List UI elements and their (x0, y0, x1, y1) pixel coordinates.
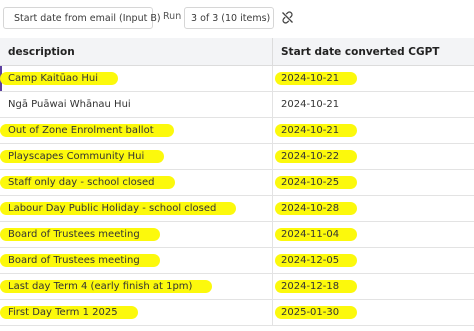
date-cell-text: 2024-10-21 (281, 99, 340, 110)
date-cell[interactable]: 2024-10-22 (272, 143, 474, 170)
table-row[interactable]: Playscapes Community Hui 2024-10-22 (0, 143, 474, 170)
description-cell[interactable]: Staff only day - school closed (0, 169, 273, 196)
date-cell[interactable]: 2024-10-28 (272, 195, 474, 222)
date-cell-text: 2025-01-30 (275, 306, 358, 319)
description-cell-text: Labour Day Public Holiday - school close… (0, 202, 237, 215)
description-cell-text: Board of Trustees meeting (0, 254, 160, 267)
description-cell[interactable]: Playscapes Community Hui (0, 143, 273, 170)
date-cell[interactable]: 2024-12-18 (272, 273, 474, 300)
table-row[interactable]: Staff only day - school closed 2024-10-25 (0, 169, 474, 196)
unlink-icon[interactable] (281, 11, 294, 24)
table-row[interactable]: Board of Trustees meeting 2024-12-05 (0, 247, 474, 274)
results-table-container: description Start date converted CGPT Ca… (0, 38, 474, 326)
run-selector[interactable]: 3 of 3 (10 items) (184, 7, 274, 29)
input-selector[interactable]: Start date from email (Input B) (3, 7, 161, 29)
column-header-start-date[interactable]: Start date converted CGPT (272, 38, 474, 66)
description-cell-text: First Day Term 1 2025 (0, 306, 138, 319)
description-cell-text: Out of Zone Enrolment ballot (0, 124, 174, 137)
description-cell-text: Playscapes Community Hui (0, 150, 165, 163)
results-table: description Start date converted CGPT Ca… (0, 38, 474, 326)
description-cell[interactable]: Out of Zone Enrolment ballot (0, 117, 273, 144)
date-cell-text: 2024-12-18 (275, 280, 358, 293)
column-header-description[interactable]: description (0, 38, 273, 66)
run-selector-value: 3 of 3 (10 items) (191, 12, 271, 24)
date-cell[interactable]: 2024-12-05 (272, 247, 474, 274)
date-cell-text: 2024-10-25 (275, 176, 358, 189)
date-cell[interactable]: 2024-10-25 (272, 169, 474, 196)
date-cell-text: 2024-10-21 (275, 124, 358, 137)
description-cell-text: Board of Trustees meeting (0, 228, 160, 241)
table-row[interactable]: Last day Term 4 (early finish at 1pm) 202… (0, 273, 474, 300)
description-cell[interactable]: Board of Trustees meeting (0, 247, 273, 274)
date-cell[interactable]: 2024-10-21 (272, 117, 474, 144)
run-label: Run (163, 11, 182, 22)
table-row[interactable]: First Day Term 1 2025 2025-01-30 (0, 299, 474, 326)
date-cell-text: 2024-10-28 (275, 202, 358, 215)
description-cell[interactable]: Last day Term 4 (early finish at 1pm) (0, 273, 273, 300)
date-cell-text: 2024-11-04 (275, 228, 358, 241)
date-cell[interactable]: 2024-10-21 (272, 91, 474, 118)
description-cell-text: Ngā Puāwai Whānau Hui (8, 99, 131, 110)
description-cell-text: Camp Kaitūao Hui (0, 72, 118, 85)
date-cell-text: 2024-10-21 (275, 72, 358, 85)
table-row[interactable]: Out of Zone Enrolment ballot 2024-10-21 (0, 117, 474, 144)
description-cell[interactable]: Labour Day Public Holiday - school close… (0, 195, 273, 222)
table-row[interactable]: Board of Trustees meeting 2024-11-04 (0, 221, 474, 248)
description-cell[interactable]: Ngā Puāwai Whānau Hui (0, 91, 273, 118)
date-cell[interactable]: 2024-11-04 (272, 221, 474, 248)
description-cell[interactable]: Camp Kaitūao Hui (0, 65, 273, 92)
date-cell[interactable]: 2025-01-30 (272, 299, 474, 326)
date-cell-text: 2024-12-05 (275, 254, 358, 267)
table-row[interactable]: Labour Day Public Holiday - school close… (0, 195, 474, 222)
description-cell-text: Last day Term 4 (early finish at 1pm) (0, 280, 213, 293)
table-row[interactable]: Camp Kaitūao Hui 2024-10-21 (0, 65, 474, 92)
description-cell[interactable]: Board of Trustees meeting (0, 221, 273, 248)
table-header-row: description Start date converted CGPT (0, 38, 474, 66)
toolbar: Start date from email (Input B) Run 3 of… (0, 0, 474, 36)
date-cell-text: 2024-10-22 (275, 150, 358, 163)
table-row[interactable]: Ngā Puāwai Whānau Hui 2024-10-21 (0, 91, 474, 118)
date-cell[interactable]: 2024-10-21 (272, 65, 474, 92)
description-cell-text: Staff only day - school closed (0, 176, 175, 189)
description-cell[interactable]: First Day Term 1 2025 (0, 299, 273, 326)
input-selector-label: Start date from email (Input B) (14, 12, 161, 24)
